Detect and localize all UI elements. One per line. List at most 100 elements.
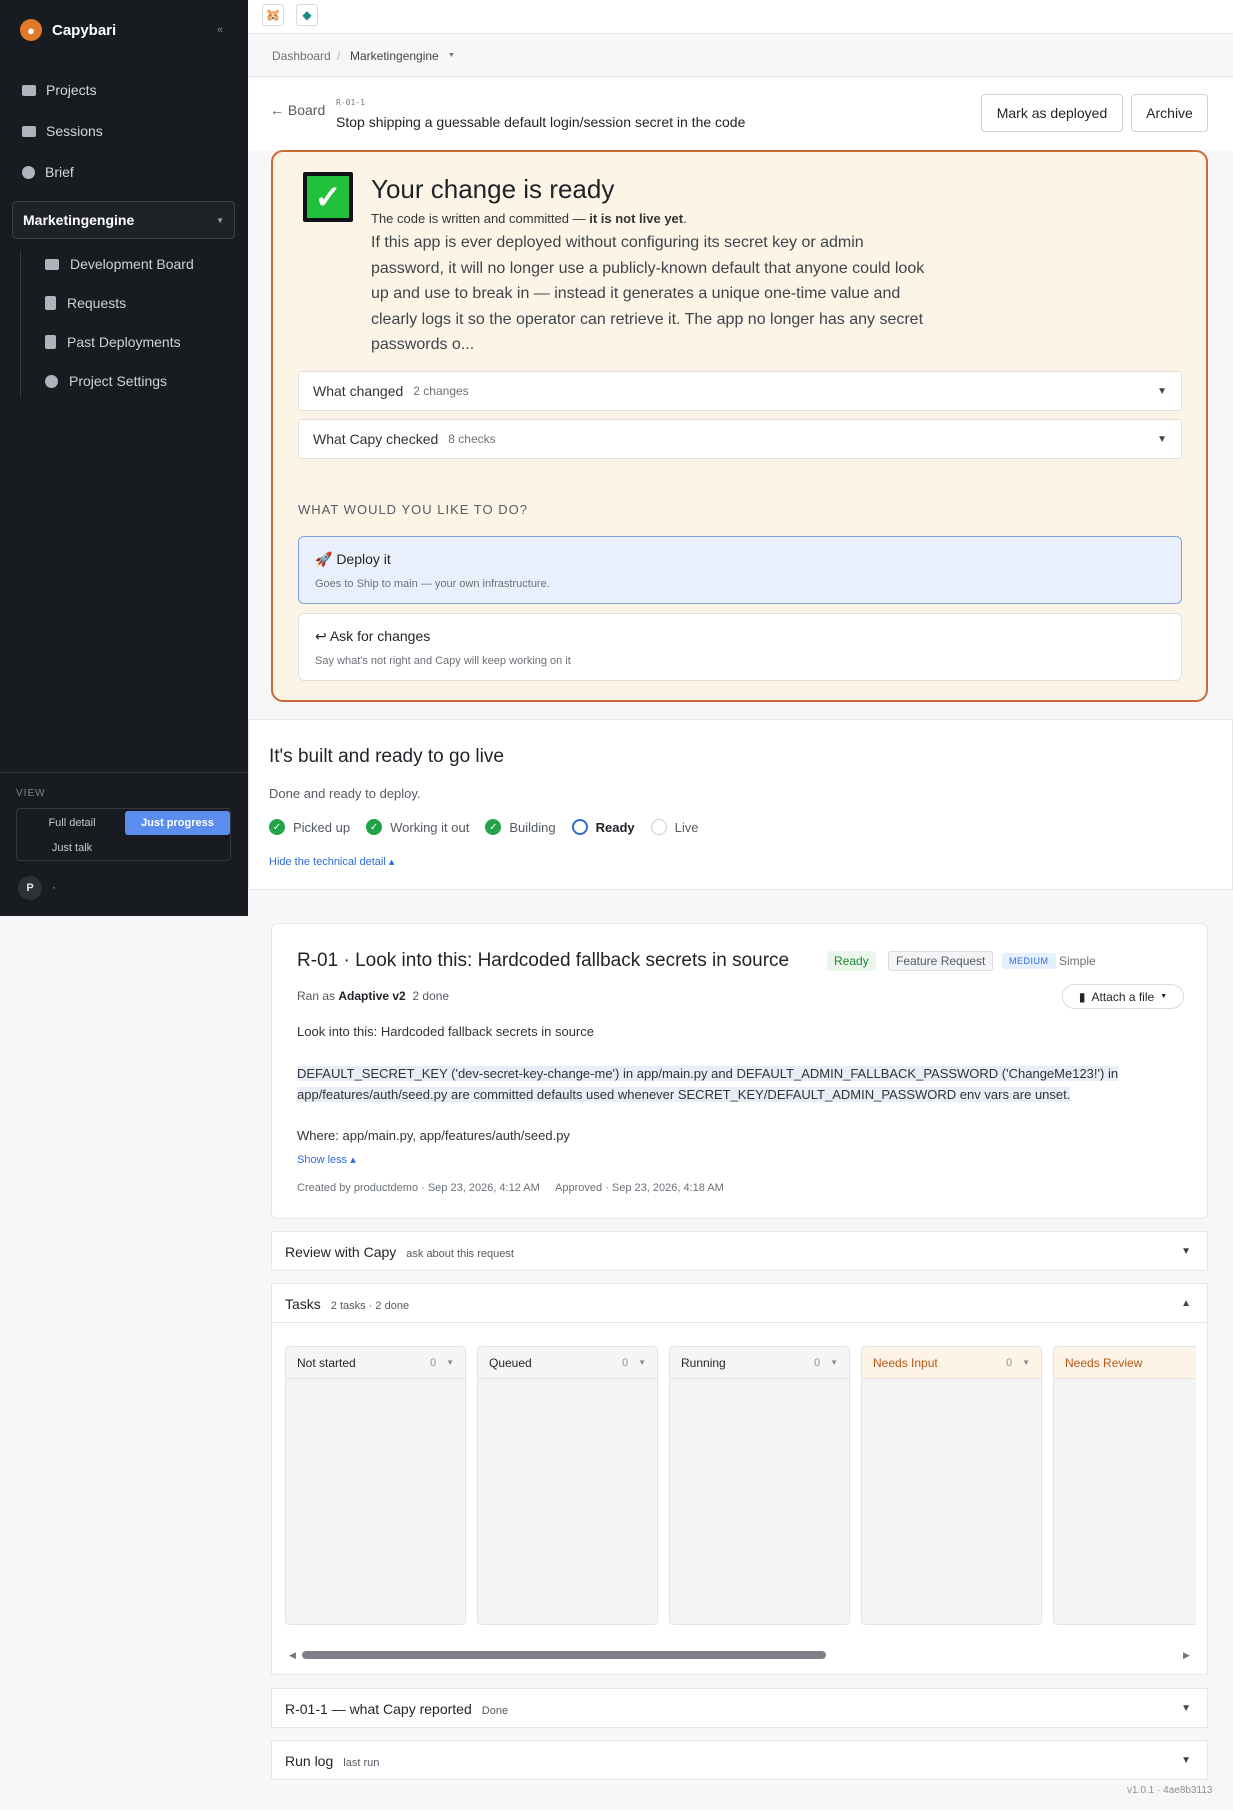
nav-sessions[interactable]: Sessions (22, 123, 103, 139)
nav-label: Projects (46, 82, 97, 98)
ready-description: If this app is ever deployed without con… (371, 234, 925, 353)
archive-button[interactable]: Archive (1131, 94, 1208, 132)
breadcrumb-project[interactable]: Marketingengine (350, 49, 439, 63)
run-log-panel[interactable]: Run log last run ▼ (271, 1740, 1208, 1780)
project-subnav: Development Board Requests Past Deployme… (20, 250, 194, 398)
gear-icon (45, 374, 58, 388)
kanban-column-not-started: Not started 0 ▼ (285, 1346, 466, 1625)
brand-name: Capybari (52, 21, 117, 39)
panel-subtitle: last run (343, 1757, 380, 1769)
view-just-talk[interactable]: Just talk (19, 836, 125, 860)
chevron-down-icon: ▼ (1157, 433, 1167, 445)
chevron-down-icon: ▼ (1181, 1246, 1191, 1257)
project-selector[interactable]: Marketingengine ▼ (12, 201, 235, 239)
scroll-left-icon[interactable]: ◀ (289, 1650, 296, 1661)
request-detail: DEFAULT_SECRET_KEY ('dev-secret-key-chan… (297, 1066, 1119, 1102)
check-icon: ✓ (303, 172, 353, 222)
chevron-down-icon: ▼ (216, 215, 224, 225)
chevron-down-icon: ▼ (1157, 385, 1167, 397)
review-with-capy-panel[interactable]: Review with Capy ask about this request ▼ (271, 1231, 1208, 1271)
tasks-header[interactable]: Tasks 2 tasks · 2 done (285, 1296, 409, 1312)
collapse-sidebar-icon[interactable]: « (217, 24, 223, 36)
ask-changes-subtitle: Say what's not right and Capy will keep … (315, 655, 571, 667)
chevron-down-icon: ▼ (830, 1358, 838, 1367)
progress-title: It's built and ready to go live (269, 746, 504, 767)
request-lead: Look into this: Hardcoded fallback secre… (297, 1024, 594, 1039)
chevron-down-icon: ▼ (1022, 1358, 1030, 1367)
diamond-app-icon[interactable]: ◆ (296, 4, 318, 26)
nav-project-settings[interactable]: Project Settings (45, 373, 167, 389)
page-title: Stop shipping a guessable default login/… (336, 114, 746, 130)
accordion-title: What changed (313, 383, 404, 399)
empty-circle-icon (650, 819, 667, 835)
show-less-link[interactable]: Show less ▴ (297, 1153, 356, 1166)
view-label: VIEW (16, 788, 46, 799)
nav-brief[interactable]: Brief (22, 164, 74, 180)
panel-title: R-01-1 — what Capy reported (285, 1701, 472, 1717)
ready-subtitle: The code is written and committed — it i… (371, 211, 687, 226)
horizontal-scrollbar[interactable] (302, 1651, 826, 1659)
scroll-right-icon[interactable]: ▶ (1183, 1650, 1190, 1661)
priority-badge: MEDIUM (1002, 953, 1056, 969)
nav-development-board[interactable]: Development Board (45, 256, 194, 272)
deploy-option[interactable]: 🚀 Deploy it Goes to Ship to main — your … (298, 536, 1182, 604)
view-toggle: Full detail Just progress Just talk (16, 808, 231, 861)
nav-label: Brief (45, 164, 74, 180)
brand[interactable]: ● Capybari (20, 19, 116, 41)
step-live: Live (650, 819, 699, 835)
deploy-subtitle: Goes to Ship to main — your own infrastr… (315, 578, 550, 590)
view-just-progress[interactable]: Just progress (125, 811, 230, 835)
request-title: R-01 · Look into this: Hardcoded fallbac… (297, 950, 790, 971)
request-meta: Created by productdemo · Sep 23, 2026, 4… (297, 1182, 724, 1194)
breadcrumb-separator: / (337, 49, 341, 63)
accordion-title: What Capy checked (313, 431, 439, 447)
deploy-title: 🚀 Deploy it (315, 551, 391, 567)
what-changed-accordion[interactable]: What changed 2 changes ▼ (298, 371, 1182, 411)
attach-file-button[interactable]: ▮ Attach a file ▼ (1062, 984, 1184, 1009)
mark-deployed-button[interactable]: Mark as deployed (981, 94, 1123, 132)
chevron-down-icon: ▼ (1160, 993, 1168, 1000)
progress-steps: ✓ Picked up ✓ Working it out ✓ Building Rea… (269, 819, 715, 835)
panel-title: Tasks (285, 1296, 321, 1312)
request-id: R-01-1 (336, 98, 365, 107)
folder-icon (45, 258, 59, 270)
progress-subtitle: Done and ready to deploy. (269, 786, 421, 801)
panel-subtitle: Done (481, 1705, 509, 1717)
paperclip-icon: ▮ (1078, 989, 1086, 1004)
step-picked-up: ✓ Picked up (269, 819, 350, 835)
project-name: Marketingengine (23, 212, 135, 228)
view-full-detail[interactable]: Full detail (19, 811, 125, 835)
chevron-down-icon[interactable]: ▼ (448, 52, 455, 59)
chevron-up-icon[interactable]: ▲ (1181, 1298, 1191, 1309)
complexity-label: Simple (1059, 954, 1096, 968)
kanban-column-needs-review: Needs Review (1053, 1346, 1196, 1625)
breadcrumb-dashboard[interactable]: Dashboard (272, 49, 331, 63)
step-working-it-out: ✓ Working it out (366, 819, 469, 835)
nav-label: Project Settings (69, 373, 168, 389)
type-badge: Feature Request (888, 951, 994, 971)
accordion-count: 2 changes (413, 384, 469, 398)
capybara-app-icon[interactable]: 🐹 (262, 4, 284, 26)
hide-technical-detail-link[interactable]: Hide the technical detail ▴ (269, 855, 394, 868)
nav-label: Development Board (70, 256, 194, 272)
nav-label: Past Deployments (67, 334, 181, 350)
step-building: ✓ Building (485, 819, 556, 835)
capy-report-panel[interactable]: R-01-1 — what Capy reported Done ▼ (271, 1688, 1208, 1728)
kanban-column-queued: Queued 0 ▼ (477, 1346, 658, 1625)
divider (0, 772, 248, 773)
request-header: ← Board R-01-1 Stop shipping a guessable… (248, 78, 1233, 150)
ask-for-changes-option[interactable]: ↩ Ask for changes Say what's not right a… (298, 613, 1182, 681)
nav-past-deployments[interactable]: Past Deployments (45, 334, 181, 350)
chevron-down-icon: ▼ (446, 1358, 454, 1367)
back-to-board-link[interactable]: ← Board (270, 102, 325, 118)
avatar[interactable]: P (18, 876, 42, 900)
what-capy-checked-accordion[interactable]: What Capy checked 8 checks ▼ (298, 419, 1182, 459)
nav-projects[interactable]: Projects (22, 82, 97, 98)
request-where: Where: app/main.py, app/features/auth/se… (297, 1128, 570, 1143)
chat-icon (22, 125, 36, 137)
panel-subtitle: 2 tasks · 2 done (330, 1300, 410, 1312)
version-label: v1.0.1 · 4ae8b3113 (1127, 1785, 1213, 1796)
nav-label: Sessions (46, 123, 103, 139)
nav-requests[interactable]: Requests (45, 295, 126, 311)
chevron-down-icon: ▼ (1181, 1703, 1191, 1714)
